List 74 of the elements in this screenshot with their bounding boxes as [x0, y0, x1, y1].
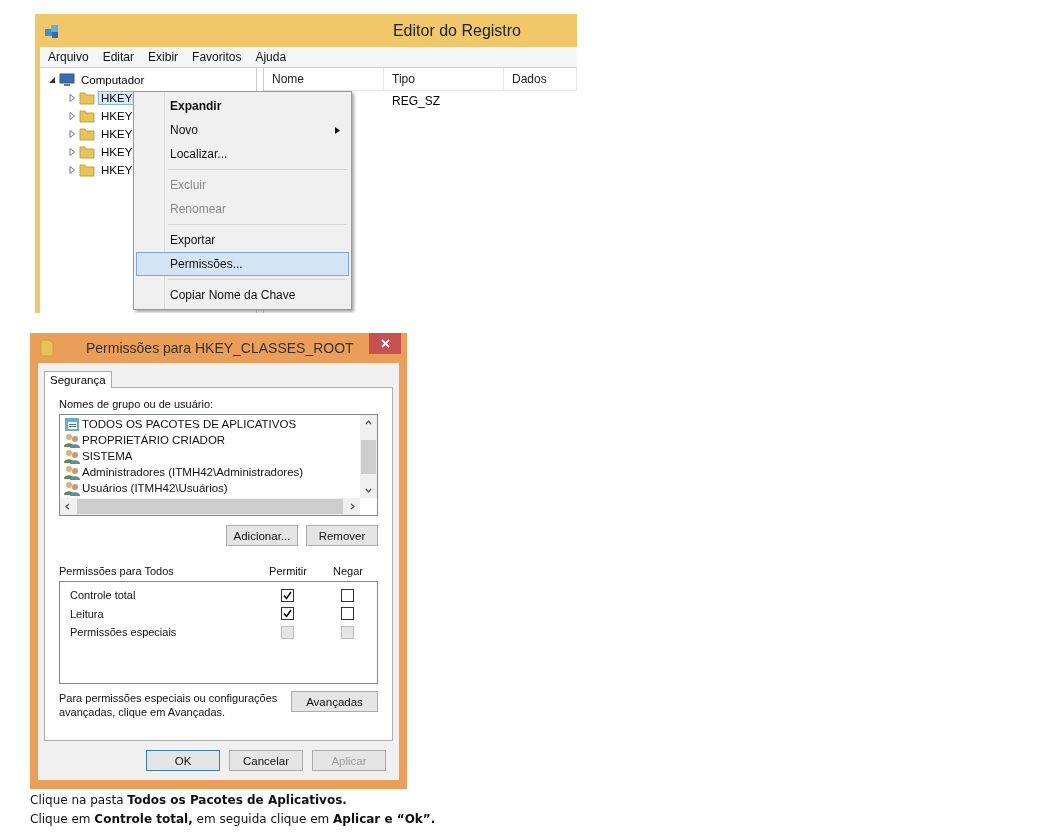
- list-item[interactable]: TODOS OS PACOTES DE APLICATIVOS: [82, 418, 297, 430]
- users-label: Nomes de grupo ou de usuário:: [59, 398, 215, 410]
- checkbox[interactable]: [340, 607, 354, 621]
- scroll-right-icon[interactable]: [349, 503, 356, 510]
- folder-icon: [79, 145, 95, 159]
- context-menu-item[interactable]: Permissões...: [136, 252, 349, 276]
- expand-arrow-icon[interactable]: [68, 166, 76, 174]
- tree-item[interactable]: Computador: [78, 73, 148, 87]
- menu-item[interactable]: Editar: [102, 50, 135, 64]
- permission-name: Permissões especiais: [70, 626, 178, 639]
- scroll-down-icon[interactable]: [365, 487, 372, 494]
- advanced-note: Para permissões especiais ou configurações avançadas, clique em Avançadas.: [59, 691, 279, 719]
- dialog-button[interactable]: Cancelar: [229, 750, 303, 771]
- users-icon: [64, 448, 80, 464]
- scroll-up-icon[interactable]: [365, 419, 372, 426]
- column-header: Permitir: [268, 565, 308, 577]
- dialog-title: Permissões para HKEY_CLASSES_ROOT: [86, 340, 354, 356]
- column-header[interactable]: Nome: [264, 68, 384, 90]
- list-item[interactable]: Administradores (ITMH42\Administradores): [82, 466, 304, 478]
- checkbox[interactable]: [280, 588, 294, 602]
- dialog-button[interactable]: Adicionar...: [226, 525, 298, 546]
- close-icon: [380, 339, 390, 348]
- tab[interactable]: Segurança: [44, 371, 112, 388]
- collapse-arrow-icon[interactable]: [48, 76, 56, 84]
- folder-icon: [79, 127, 95, 141]
- folder-icon: [79, 163, 95, 177]
- checkbox[interactable]: [340, 588, 354, 602]
- users-icon: [64, 480, 80, 496]
- expand-arrow-icon[interactable]: [68, 112, 76, 120]
- table-cell-text: REG_SZ: [391, 93, 441, 110]
- menu-item[interactable]: Exibir: [148, 50, 179, 64]
- context-menu-item[interactable]: Novo: [136, 118, 349, 142]
- computer-icon: [59, 73, 75, 87]
- horizontal-scrollbar[interactable]: [60, 498, 360, 515]
- column-header: Negar: [332, 565, 364, 577]
- permission-name: Leitura: [70, 607, 105, 620]
- context-menu-item[interactable]: Exportar: [136, 228, 349, 252]
- folder-icon: [79, 109, 95, 123]
- app-package-icon: [64, 416, 80, 432]
- tree-item[interactable]: HKEY: [98, 91, 136, 105]
- vertical-scrollbar[interactable]: [360, 415, 377, 498]
- list-item[interactable]: Usuários (ITMH42\Usuários): [82, 482, 228, 494]
- context-menu-item[interactable]: Localizar...: [136, 142, 349, 166]
- expand-arrow-icon[interactable]: [68, 94, 76, 102]
- list-item[interactable]: SISTEMA: [82, 450, 133, 462]
- tree-item[interactable]: HKEY: [98, 145, 136, 159]
- dialog-button[interactable]: Remover: [306, 525, 378, 546]
- folder-icon: [40, 339, 54, 357]
- tree-item[interactable]: HKEY: [98, 109, 136, 123]
- dialog-button[interactable]: OK: [146, 750, 220, 771]
- context-menu-item[interactable]: Copiar Nome da Chave: [136, 283, 349, 307]
- expand-arrow-icon[interactable]: [68, 130, 76, 138]
- advanced-button[interactable]: Avançadas: [291, 691, 378, 712]
- menu-item[interactable]: Ajuda: [255, 50, 287, 64]
- permissions-title: Permissões para Todos: [59, 565, 175, 577]
- context-menu-item[interactable]: Expandir: [136, 94, 349, 118]
- folder-icon: [79, 91, 95, 105]
- instruction-text: Clique na pasta Todos os Pacotes de Aplicativos.: [30, 792, 348, 809]
- menu-item[interactable]: Arquivo: [48, 50, 89, 64]
- tree-item[interactable]: HKEY: [98, 127, 136, 141]
- scroll-left-icon[interactable]: [64, 503, 71, 510]
- permission-name: Controle total: [70, 589, 137, 602]
- users-icon: [64, 464, 80, 480]
- users-icon: [64, 432, 80, 448]
- column-header[interactable]: Dados: [504, 68, 577, 90]
- menu-item[interactable]: Favoritos: [192, 50, 242, 64]
- close-button[interactable]: [369, 333, 401, 354]
- expand-arrow-icon[interactable]: [68, 148, 76, 156]
- window-title: Editor do Registro: [392, 21, 521, 40]
- instruction-text: Clique em Controle total, em seguida clique em Aplicar e “Ok”.: [30, 811, 436, 828]
- list-item[interactable]: PROPRIETÁRIO CRIADOR: [82, 434, 226, 446]
- checkbox[interactable]: [280, 607, 294, 621]
- column-header[interactable]: Tipo: [384, 68, 504, 90]
- tree-item[interactable]: HKEY: [98, 163, 136, 177]
